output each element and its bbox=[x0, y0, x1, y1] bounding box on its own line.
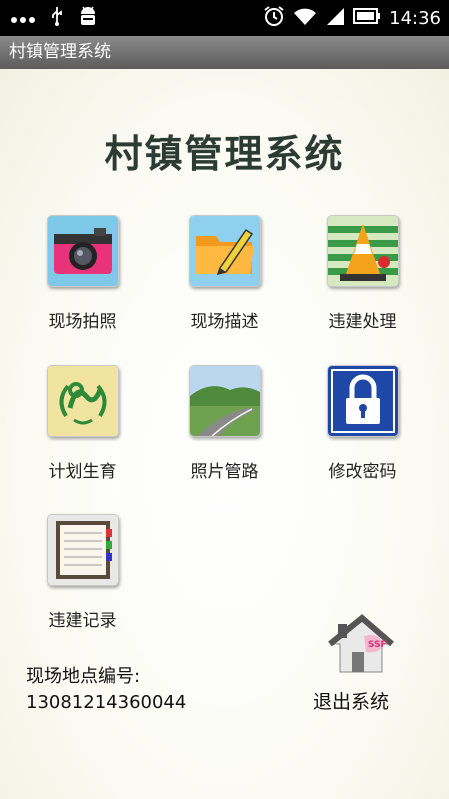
menu-item-label: 违建记录 bbox=[48, 611, 117, 631]
notebook-icon bbox=[47, 514, 119, 586]
camera-icon bbox=[47, 215, 119, 287]
wifi-icon bbox=[293, 6, 317, 30]
folder-pencil-icon bbox=[189, 215, 261, 287]
alarm-icon bbox=[263, 5, 285, 31]
status-time: 14:36 bbox=[389, 7, 441, 29]
exit-label: 退出系统 bbox=[313, 691, 390, 713]
main-content: 村镇管理系统 现场拍照 现场描述 违建处理 计划生育 照片管路 修改密码 违建记… bbox=[0, 69, 449, 799]
usb-icon bbox=[50, 6, 64, 30]
android-debug-icon bbox=[78, 5, 98, 31]
menu-item-label: 照片管路 bbox=[190, 462, 259, 482]
location-value: 13081214360044 bbox=[26, 692, 187, 713]
more-dots-icon bbox=[10, 9, 36, 28]
status-bar: 14:36 bbox=[0, 0, 449, 36]
status-right-icons: 14:36 bbox=[263, 0, 441, 36]
svg-text:SSF: SSF bbox=[368, 640, 387, 650]
traffic-cone-icon bbox=[327, 215, 399, 287]
signal-icon bbox=[325, 6, 345, 30]
battery-icon bbox=[353, 8, 381, 28]
house-icon: SSF bbox=[328, 614, 394, 678]
family-planning-logo-icon bbox=[47, 365, 119, 437]
lock-icon bbox=[327, 365, 399, 437]
menu-item-label: 计划生育 bbox=[48, 462, 117, 482]
road-photo-icon bbox=[189, 365, 261, 437]
exit-button[interactable]: SSF 退出系统 bbox=[300, 614, 420, 714]
menu-item-label: 现场描述 bbox=[190, 312, 259, 332]
window-title: 村镇管理系统 bbox=[0, 36, 449, 69]
app-title: 村镇管理系统 bbox=[104, 131, 345, 176]
menu-item-label: 违建处理 bbox=[328, 312, 397, 332]
menu-item-label: 现场拍照 bbox=[48, 312, 117, 332]
menu-item-label: 修改密码 bbox=[328, 462, 397, 482]
location-info: 现场地点编号: 13081214360044 bbox=[26, 664, 186, 716]
location-label: 现场地点编号: bbox=[26, 666, 141, 687]
status-left-icons bbox=[10, 0, 98, 36]
